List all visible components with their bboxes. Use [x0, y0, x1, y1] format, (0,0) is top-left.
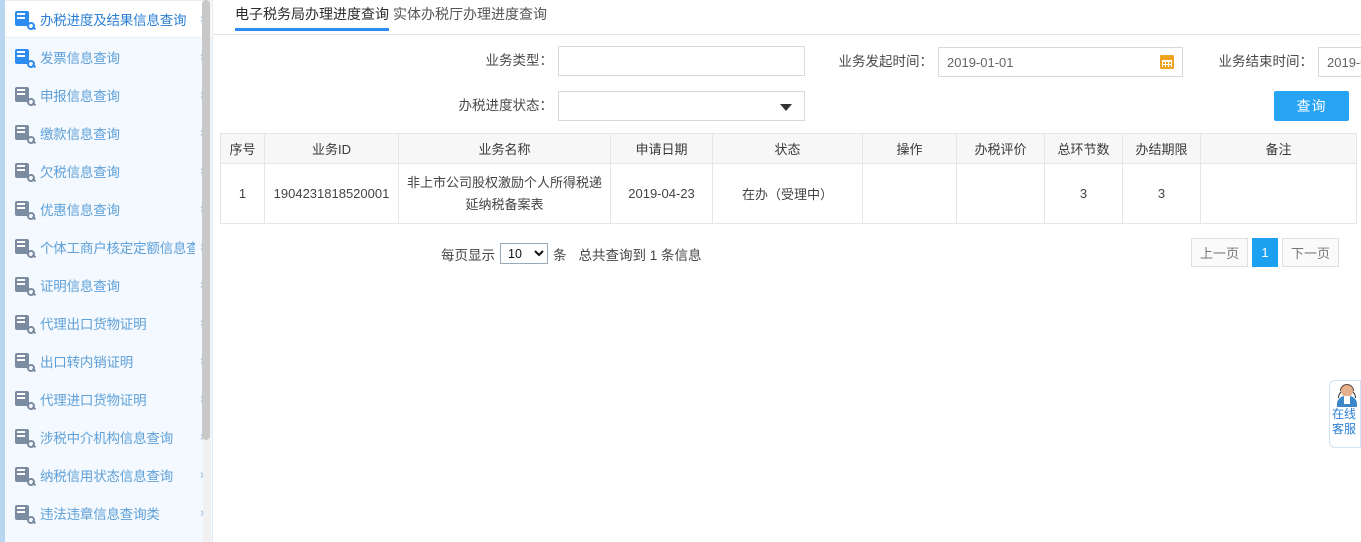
per-page-suffix: 条 [553, 244, 567, 264]
table-header-row: 序号业务ID业务名称申请日期状态操作办税评价总环节数办结期限备注 [221, 134, 1357, 164]
next-page-button[interactable]: 下一页 [1282, 238, 1339, 267]
export-cert-icon [15, 314, 33, 332]
table-header-cell: 状态 [713, 134, 863, 164]
sidebar-item-label: 缴款信息查询 [40, 123, 195, 143]
table-header-cell: 总环节数 [1045, 134, 1123, 164]
cell-index: 1 [221, 164, 265, 224]
cell-operation [863, 164, 957, 224]
total-count-text: 总共查询到 1 条信息 [579, 244, 702, 264]
table-row: 11904231818520001非上市公司股权激励个人所得税递延纳税备案表20… [221, 164, 1357, 224]
cell-biz-name: 非上市公司股权激励个人所得税递延纳税备案表 [399, 164, 611, 224]
page-number-1[interactable]: 1 [1252, 238, 1278, 267]
per-page-prefix: 每页显示 [441, 244, 495, 264]
end-time-input[interactable] [1318, 47, 1361, 77]
sidebar-item-label: 个体工商户核定定额信息查询 [40, 237, 195, 257]
cell-remark [1201, 164, 1357, 224]
sidebar: 办税进度及结果信息查询›发票信息查询›申报信息查询›缴款信息查询›欠税信息查询›… [0, 0, 213, 542]
sidebar-item-label: 出口转内销证明 [40, 351, 195, 371]
form-search-icon [15, 10, 33, 28]
tab-hall-progress[interactable]: 实体办税厅办理进度查询 [393, 6, 547, 30]
progress-status-label: 办税进度状态： [428, 91, 553, 121]
sidebar-item-label: 证明信息查询 [40, 275, 195, 295]
start-time-label: 业务发起时间： [733, 47, 933, 77]
page-size-control: 每页显示 102050100 条 总共查询到 1 条信息 [441, 243, 702, 264]
cell-status[interactable]: 在办（受理中） [713, 164, 863, 224]
domestic-sale-cert-icon [15, 352, 33, 370]
sidebar-item-0[interactable]: 办税进度及结果信息查询› [5, 0, 213, 38]
table-header-cell: 操作 [863, 134, 957, 164]
sidebar-scrollbar-thumb[interactable] [202, 0, 210, 440]
progress-status-select[interactable] [558, 91, 805, 121]
main-content: 电子税务局办理进度查询 实体办税厅办理进度查询 业务类型： 业务发起时间： 业务… [213, 0, 1361, 542]
tab-bar: 电子税务局办理进度查询 实体办税厅办理进度查询 [213, 0, 1361, 35]
pagination: 上一页 1 下一页 [1191, 238, 1339, 267]
sidebar-item-label: 发票信息查询 [40, 47, 195, 67]
declaration-search-icon [15, 86, 33, 104]
sidebar-item-label: 欠税信息查询 [40, 161, 195, 181]
payment-search-icon [15, 124, 33, 142]
page-root: 办税进度及结果信息查询›发票信息查询›申报信息查询›缴款信息查询›欠税信息查询›… [0, 0, 1361, 542]
headset-agent-icon [1336, 385, 1358, 407]
sidebar-item-label: 违法违章信息查询类 [40, 503, 195, 523]
sidebar-item-label: 办税进度及结果信息查询 [40, 9, 195, 29]
sidebar-item-11[interactable]: 涉税中介机构信息查询› [5, 418, 213, 456]
sidebar-item-label: 优惠信息查询 [40, 199, 195, 219]
online-customer-service-widget[interactable]: 在线 客服 [1329, 380, 1361, 448]
sidebar-item-10[interactable]: 代理进口货物证明› [5, 380, 213, 418]
sidebar-item-8[interactable]: 代理出口货物证明› [5, 304, 213, 342]
cell-evaluation [957, 164, 1045, 224]
sidebar-item-9[interactable]: 出口转内销证明› [5, 342, 213, 380]
sidebar-item-13[interactable]: 违法违章信息查询类› [5, 494, 213, 532]
result-table: 序号业务ID业务名称申请日期状态操作办税评价总环节数办结期限备注 1190423… [220, 133, 1357, 224]
certificate-search-icon [15, 276, 33, 294]
credit-search-icon [15, 466, 33, 484]
import-cert-icon [15, 390, 33, 408]
table-header-cell: 序号 [221, 134, 265, 164]
prev-page-button[interactable]: 上一页 [1191, 238, 1248, 267]
table-header-cell: 申请日期 [611, 134, 713, 164]
cell-total-nodes[interactable]: 3 [1045, 164, 1123, 224]
sidebar-item-label: 申报信息查询 [40, 85, 195, 105]
end-time-label: 业务结束时间： [1113, 47, 1313, 77]
table-body: 11904231818520001非上市公司股权激励个人所得税递延纳税备案表20… [221, 164, 1357, 224]
violation-search-icon [15, 504, 33, 522]
agency-search-icon [15, 428, 33, 446]
sidebar-item-label: 纳税信用状态信息查询 [40, 465, 195, 485]
sidebar-item-5[interactable]: 优惠信息查询› [5, 190, 213, 228]
arrears-search-icon [15, 162, 33, 180]
sidebar-item-6[interactable]: 个体工商户核定定额信息查询› [5, 228, 213, 266]
sidebar-item-2[interactable]: 申报信息查询› [5, 76, 213, 114]
sidebar-item-label: 涉税中介机构信息查询 [40, 427, 195, 447]
cell-biz-id[interactable]: 1904231818520001 [265, 164, 399, 224]
tab-etax-progress[interactable]: 电子税务局办理进度查询 [235, 6, 389, 30]
sidebar-item-3[interactable]: 缴款信息查询› [5, 114, 213, 152]
table-header-cell: 备注 [1201, 134, 1357, 164]
page-size-select[interactable]: 102050100 [500, 243, 548, 264]
table-header-cell: 业务名称 [399, 134, 611, 164]
table-header-cell: 业务ID [265, 134, 399, 164]
benefit-search-icon [15, 200, 33, 218]
customer-service-label: 在线 客服 [1332, 407, 1356, 437]
sidebar-item-1[interactable]: 发票信息查询› [5, 38, 213, 76]
chevron-down-icon [780, 104, 792, 111]
query-button[interactable]: 查询 [1274, 91, 1349, 121]
sidebar-item-4[interactable]: 欠税信息查询› [5, 152, 213, 190]
sidebar-nav-list: 办税进度及结果信息查询›发票信息查询›申报信息查询›缴款信息查询›欠税信息查询›… [5, 0, 213, 532]
biz-type-label: 业务类型： [443, 46, 553, 76]
invoice-search-icon [15, 48, 33, 66]
quota-search-icon [15, 238, 33, 256]
table-header-cell: 办税评价 [957, 134, 1045, 164]
sidebar-item-label: 代理进口货物证明 [40, 389, 195, 409]
sidebar-scrollbar-track[interactable] [203, 0, 211, 542]
cell-deadline: 3 [1123, 164, 1201, 224]
table-header-cell: 办结期限 [1123, 134, 1201, 164]
cs-line-1: 在线 [1332, 407, 1356, 422]
sidebar-item-label: 代理出口货物证明 [40, 313, 195, 333]
cs-line-2: 客服 [1332, 422, 1356, 437]
cell-apply-date: 2019-04-23 [611, 164, 713, 224]
sidebar-item-7[interactable]: 证明信息查询› [5, 266, 213, 304]
sidebar-item-12[interactable]: 纳税信用状态信息查询› [5, 456, 213, 494]
result-table-wrap: 序号业务ID业务名称申请日期状态操作办税评价总环节数办结期限备注 1190423… [220, 133, 1356, 224]
